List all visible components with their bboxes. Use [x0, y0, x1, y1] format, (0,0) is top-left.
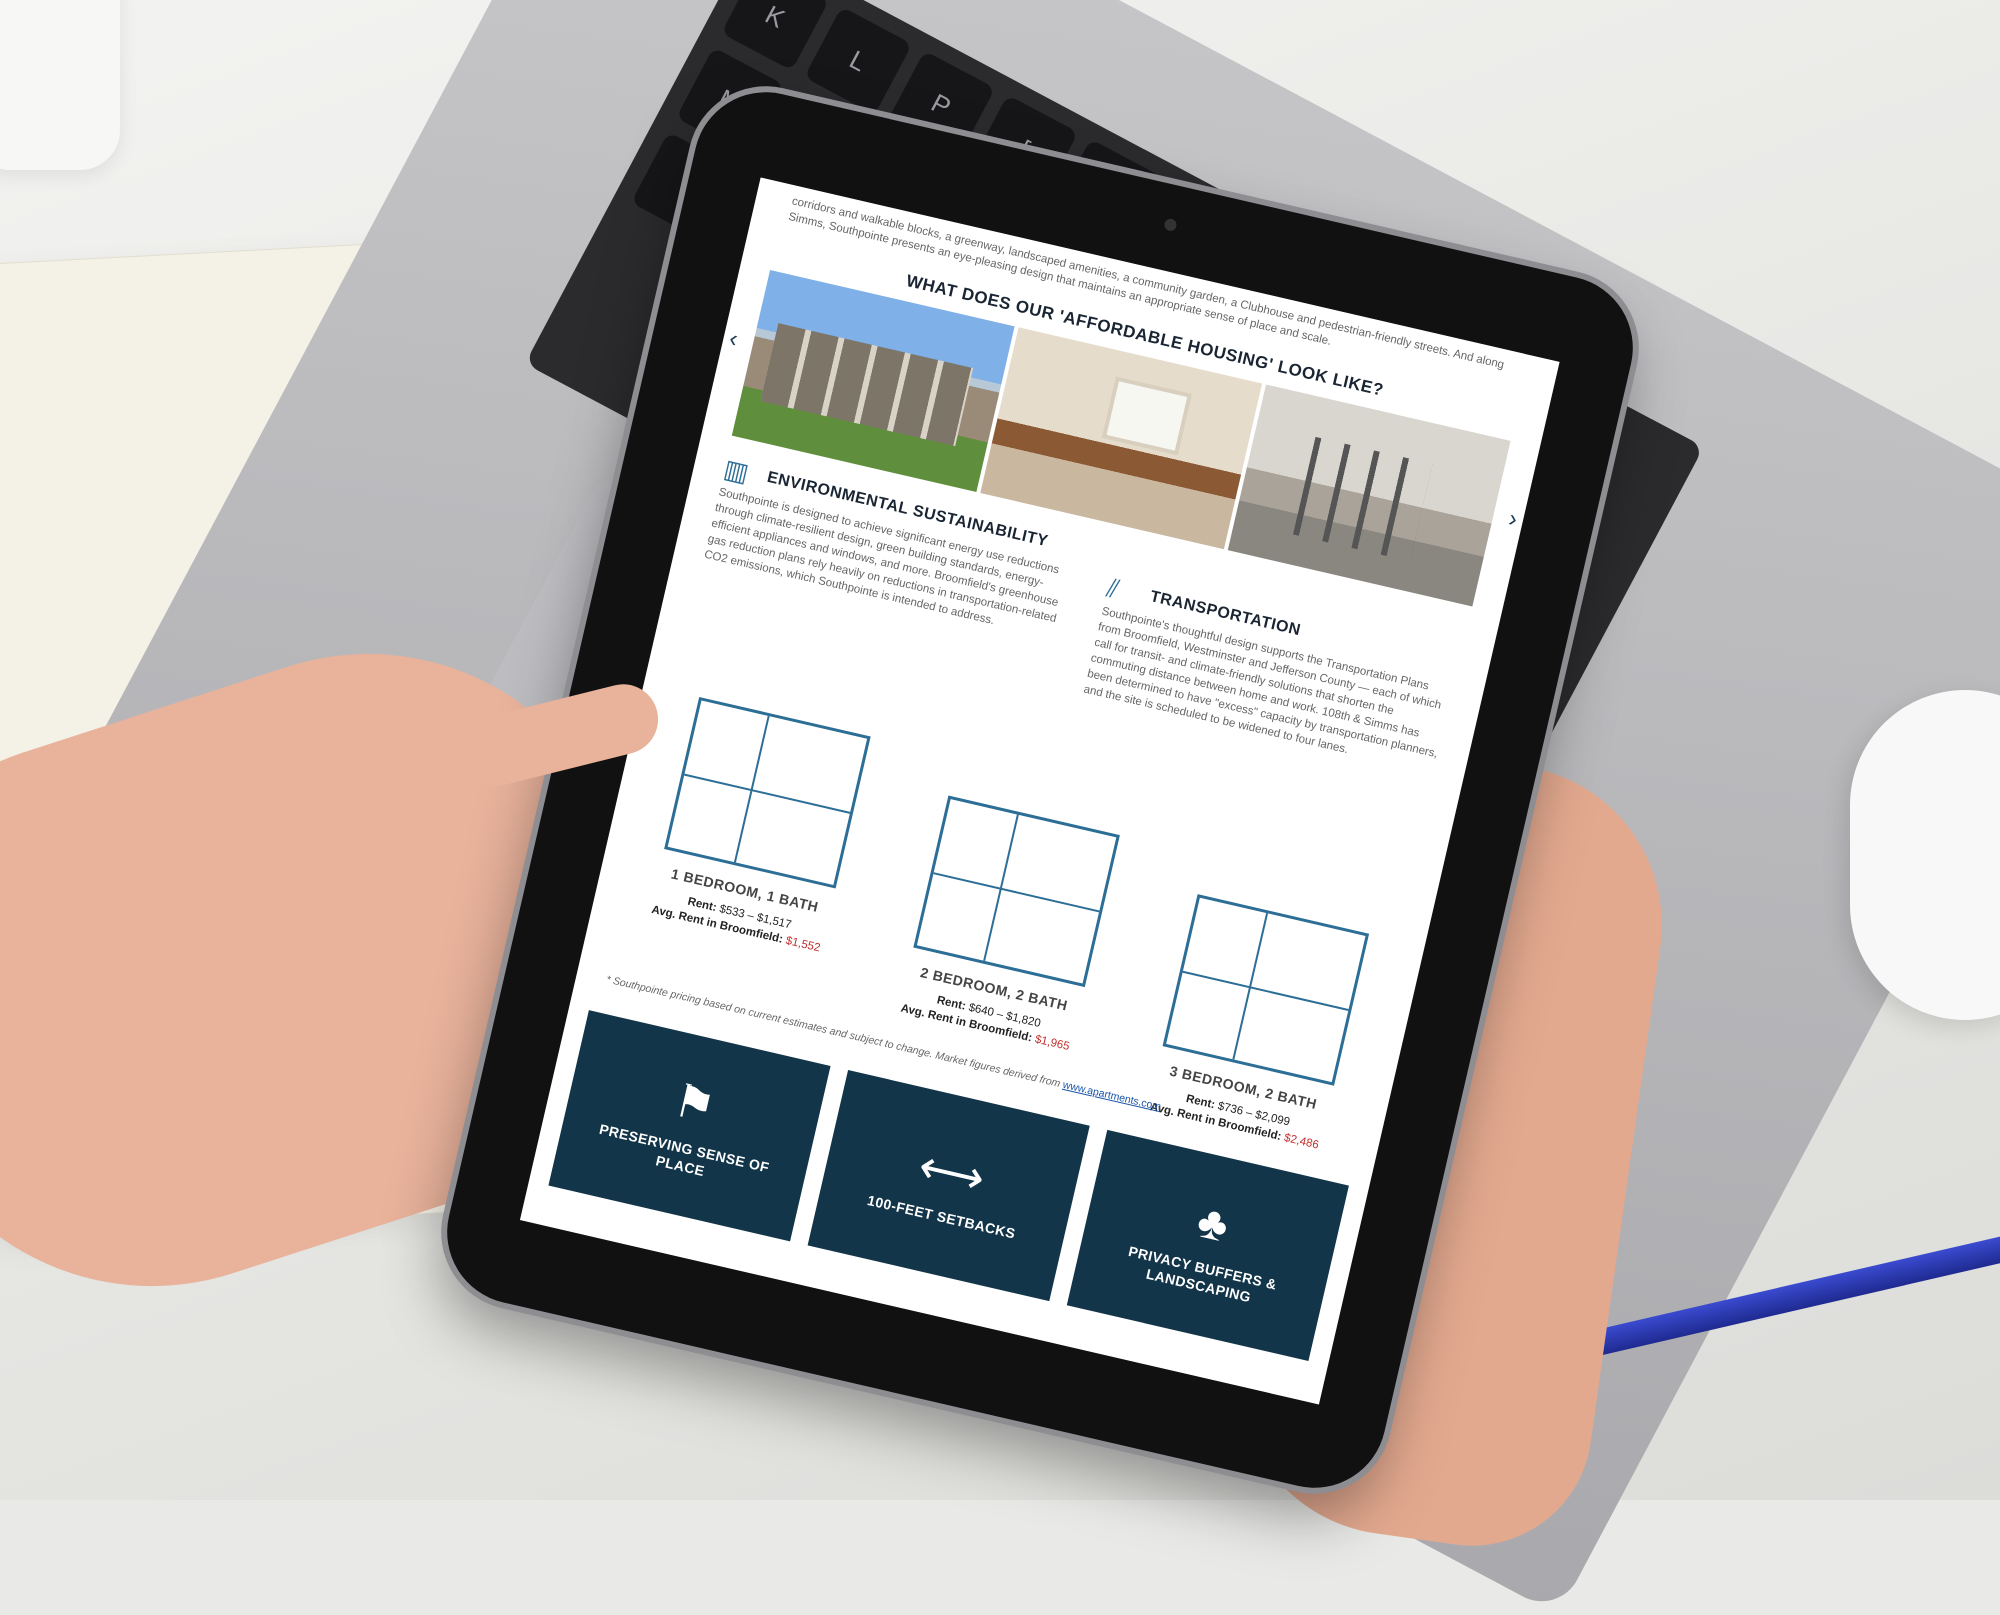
- key: L: [804, 6, 913, 115]
- transportation-section: ⫽ TRANSPORTATION Southpointe's thoughtfu…: [1082, 572, 1460, 778]
- gallery-next-icon[interactable]: ›: [1506, 505, 1520, 534]
- coffee-cup: [0, 0, 120, 170]
- ruler-icon: ⟷: [913, 1139, 990, 1205]
- floor-plan-3br[interactable]: 3 BEDROOM, 2 BATH Rent: $736 – $2,099 Av…: [1120, 888, 1395, 1160]
- road-icon: ⫽: [1104, 572, 1123, 605]
- camera-icon: [1163, 217, 1178, 233]
- tile-setbacks[interactable]: ⟷ 100-FEET SETBACKS: [807, 1070, 1090, 1302]
- floor-plan-drawing: [1162, 894, 1370, 1086]
- tablet-screen[interactable]: corridors and walkable blocks, a greenwa…: [519, 177, 1560, 1405]
- map-flag-icon: ⚑: [668, 1073, 721, 1134]
- floor-plan-2br[interactable]: 2 BEDROOM, 2 BATH Rent: $640 – $1,820 Av…: [871, 789, 1146, 1061]
- tile-sense-of-place[interactable]: ⚑ PRESERVING SENSE OF PLACE: [548, 1010, 831, 1242]
- floor-plan-drawing: [664, 696, 871, 889]
- floor-plan-drawing: [913, 795, 1120, 988]
- tile-privacy[interactable]: ♣ PRIVACY BUFFERS & LANDSCAPING: [1066, 1129, 1349, 1362]
- floor-plan-1br[interactable]: 1 BEDROOM, 1 BATH Rent: $533 – $1,517 Av…: [622, 691, 897, 963]
- computer-mouse: [1850, 690, 2000, 1020]
- building-leaf-icon: ▥: [721, 453, 752, 488]
- gallery-prev-icon[interactable]: ‹: [726, 325, 741, 354]
- tile-label: PRIVACY BUFFERS & LANDSCAPING: [1126, 1242, 1279, 1306]
- trees-icon: ♣: [1192, 1194, 1234, 1252]
- tile-label: PRESERVING SENSE OF PLACE: [597, 1120, 771, 1180]
